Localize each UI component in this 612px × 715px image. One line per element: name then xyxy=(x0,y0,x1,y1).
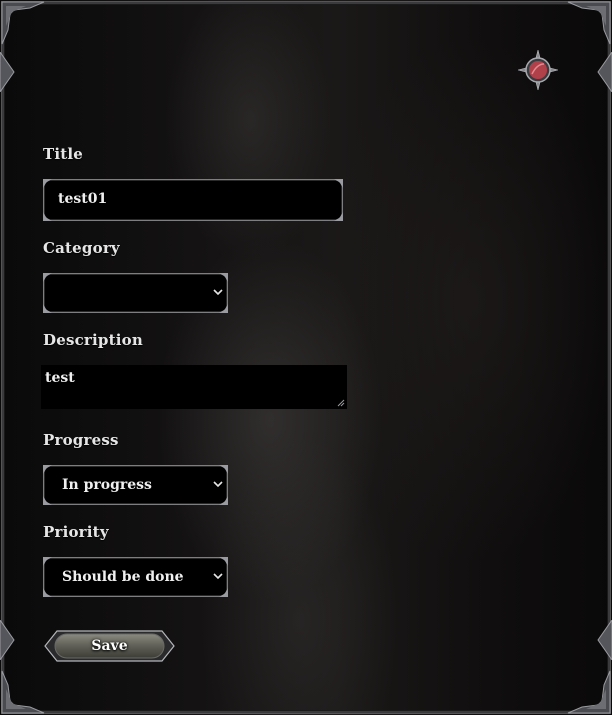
field-corner-icon xyxy=(219,304,228,313)
priority-value: Should be done xyxy=(62,569,184,585)
progress-select[interactable]: In progress xyxy=(43,465,228,505)
field-corner-icon xyxy=(334,179,343,188)
description-value: test xyxy=(45,370,75,386)
chevron-down-icon[interactable] xyxy=(213,479,223,489)
priority-select[interactable]: Should be done xyxy=(43,557,228,597)
priority-label: Priority xyxy=(43,523,109,541)
field-corner-icon xyxy=(334,212,343,221)
field-corner-icon xyxy=(43,496,52,505)
field-corner-icon xyxy=(219,496,228,505)
field-corner-icon xyxy=(43,179,52,188)
category-select[interactable] xyxy=(43,273,228,313)
field-corner-icon xyxy=(219,465,228,474)
field-corner-icon xyxy=(43,273,52,282)
corner-ornament-bottom-right xyxy=(566,669,612,715)
title-label: Title xyxy=(43,145,84,163)
side-spike-right-bottom xyxy=(594,619,612,661)
corner-ornament-top-right xyxy=(566,0,612,46)
field-corner-icon xyxy=(43,557,52,566)
title-value: test01 xyxy=(58,191,108,207)
save-button-label: Save xyxy=(91,638,128,654)
description-textarea[interactable]: test xyxy=(41,365,347,409)
progress-label: Progress xyxy=(43,431,119,449)
side-spike-left-bottom xyxy=(0,619,18,661)
title-input[interactable]: test01 xyxy=(43,179,343,221)
field-corner-icon xyxy=(43,212,52,221)
field-corner-icon xyxy=(219,557,228,566)
chevron-down-icon[interactable] xyxy=(213,287,223,297)
resize-handle-icon[interactable] xyxy=(337,399,345,407)
progress-value: In progress xyxy=(62,477,152,493)
ornate-frame xyxy=(2,2,610,713)
save-button[interactable]: Save xyxy=(43,627,176,665)
field-corner-icon xyxy=(43,304,52,313)
side-spike-left-top xyxy=(0,51,18,93)
field-corner-icon xyxy=(219,273,228,282)
chevron-down-icon[interactable] xyxy=(213,571,223,581)
description-label: Description xyxy=(43,331,143,349)
category-label: Category xyxy=(43,239,120,257)
corner-ornament-bottom-left xyxy=(0,669,46,715)
field-corner-icon xyxy=(43,465,52,474)
red-orb-icon[interactable] xyxy=(518,50,558,90)
side-spike-right-top xyxy=(594,51,612,93)
field-corner-icon xyxy=(43,588,52,597)
corner-ornament-top-left xyxy=(0,0,46,46)
field-corner-icon xyxy=(219,588,228,597)
